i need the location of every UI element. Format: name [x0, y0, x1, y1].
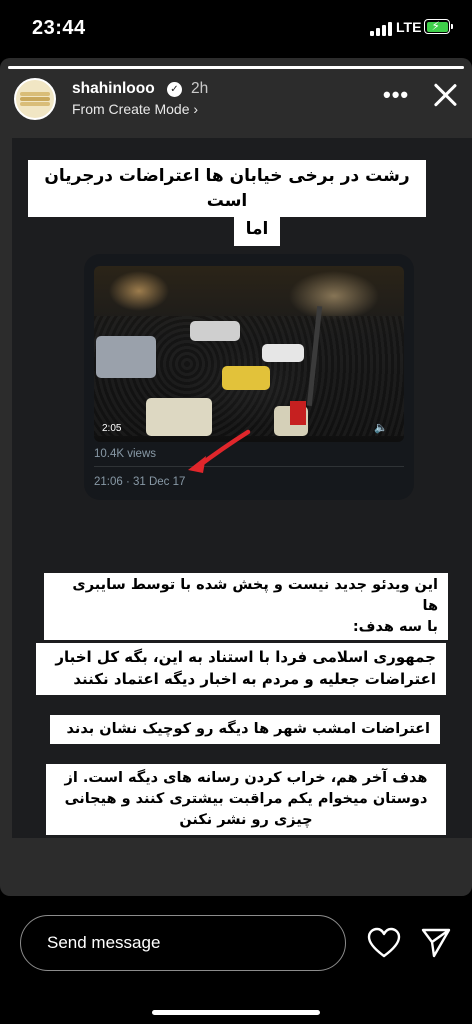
- video-duration: 2:05: [102, 423, 122, 434]
- headline-text: رشت در برخی خیابان ها اعتراضات درجریان ا…: [28, 160, 426, 218]
- battery-tip: [451, 24, 453, 29]
- status-time: 23:44: [32, 17, 86, 39]
- embedded-tweet: 2:05 🔈 10.4K views 21:06 · 31 Dec 17: [84, 254, 414, 500]
- home-indicator[interactable]: [152, 1010, 320, 1015]
- story-username[interactable]: shahinlooo: [72, 80, 155, 98]
- close-icon[interactable]: [432, 82, 458, 108]
- tweet-video[interactable]: 2:05 🔈: [94, 266, 404, 442]
- story-viewer[interactable]: shahinlooo ✓ 2h From Create Mode › ••• ر…: [0, 58, 472, 896]
- send-message-input[interactable]: Send message: [20, 915, 346, 971]
- battery-icon: ⚡: [424, 19, 450, 34]
- status-bar: 23:44 LTE ⚡: [0, 0, 472, 58]
- tweet-views: 10.4K views: [94, 448, 157, 460]
- paragraph-1: این ویدئو جدید نیست و پخش شده با توسط سا…: [44, 573, 448, 641]
- volume-icon[interactable]: 🔈: [374, 421, 388, 434]
- paragraph-4: هدف آخر هم، خراب کردن رسانه های دیگه است…: [46, 764, 446, 836]
- but-text: اما: [234, 213, 280, 246]
- story-time-ago: 2h: [191, 80, 209, 97]
- heart-icon[interactable]: [367, 927, 401, 959]
- story-progress-bar: [8, 66, 464, 69]
- story-header: shahinlooo ✓ 2h From Create Mode › •••: [0, 74, 472, 134]
- paragraph-2: جمهوری اسلامی فردا با استناد به این، بگه…: [36, 643, 446, 695]
- tweet-date: 21:06 · 31 Dec 17: [94, 476, 186, 488]
- story-subtitle[interactable]: From Create Mode ›: [72, 101, 198, 117]
- send-message-placeholder: Send message: [47, 933, 161, 952]
- story-progress-fill: [8, 66, 464, 69]
- network-type: LTE: [396, 19, 422, 35]
- signal-icon: [370, 22, 392, 36]
- story-content: رشت در برخی خیابان ها اعتراضات درجریان ا…: [12, 138, 472, 838]
- more-dots-icon[interactable]: •••: [383, 84, 409, 106]
- paragraph-3: اعتراضات امشب شهر ها دیگه رو کوچیک نشان …: [50, 715, 440, 745]
- avatar[interactable]: [14, 78, 56, 120]
- red-arrow-icon: [188, 429, 251, 473]
- send-icon[interactable]: [421, 927, 451, 959]
- verified-badge-icon: ✓: [167, 82, 182, 97]
